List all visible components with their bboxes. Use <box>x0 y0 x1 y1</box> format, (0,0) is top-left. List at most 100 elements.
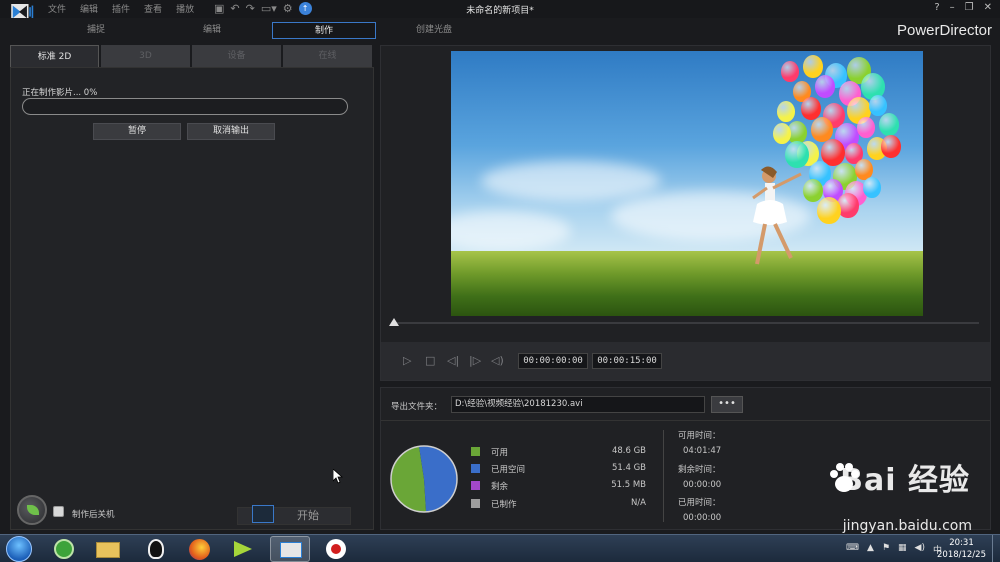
keyboard-icon[interactable]: ⌨ <box>846 543 859 556</box>
windows-taskbar: ⌨ ▲ ⚑ ▦ ◀) 中 20:31 2018/12/25 <box>0 534 1000 562</box>
start-button[interactable]: 开始 <box>237 505 351 525</box>
taskbar-powerdirector-icon[interactable] <box>270 536 310 562</box>
restore-icon[interactable]: ❐ <box>965 2 974 13</box>
title-bar: 文件 编辑 插件 查看 播放 ▣ ↶ ↷ ▭▾ ⚙ ↑ 未命名的新项目* ? –… <box>0 0 1000 18</box>
cancel-output-button[interactable]: 取消输出 <box>187 123 275 140</box>
produce-panel: 标准 2D 3D 设备 在线 正在制作影片... 0% 暂停 取消输出 制作后关… <box>10 45 374 530</box>
legend-swatch <box>471 481 480 490</box>
mouse-cursor-icon <box>333 469 343 484</box>
available-time-value: 04:01:47 <box>683 446 722 456</box>
legend-row-available: 可用 48.6 GB <box>471 446 646 458</box>
timeline-scrubber[interactable] <box>391 322 979 324</box>
minimize-icon[interactable]: – <box>950 2 955 13</box>
tab-standard-2d[interactable]: 标准 2D <box>10 45 99 67</box>
disk-usage-pie-chart <box>390 445 458 513</box>
play-icon[interactable]: ▷ <box>403 354 411 367</box>
export-folder-label: 导出文件夹： <box>391 402 443 412</box>
legend-label: 剩余 <box>491 482 509 492</box>
elapsed-time-value: 00:00:00 <box>683 513 722 523</box>
mode-tab-capture[interactable]: 捕捉 <box>44 22 148 39</box>
legend-value: N/A <box>630 498 646 508</box>
taskbar-firefox-icon[interactable] <box>180 536 220 562</box>
volume-icon[interactable]: ◁) <box>491 354 504 367</box>
network-icon[interactable]: ▦ <box>898 543 907 556</box>
legend-label: 已用空间 <box>491 465 526 475</box>
windows-start-icon[interactable] <box>6 536 32 562</box>
security-icon[interactable]: ⚑ <box>882 543 890 556</box>
remaining-time-label: 剩余时间： <box>678 465 721 475</box>
legend-value: 51.4 GB <box>611 463 646 473</box>
help-icon[interactable]: ? <box>934 2 939 13</box>
taskbar-recorder-icon[interactable] <box>316 536 356 562</box>
video-cloud <box>481 161 661 201</box>
progress-label: 正在制作影片... 0% <box>22 88 98 98</box>
window-title: 未命名的新项目* <box>466 6 534 16</box>
tray-expand-icon[interactable]: ▲ <box>867 543 874 556</box>
stop-icon[interactable]: □ <box>425 354 435 367</box>
taskbar-clock[interactable]: 20:31 2018/12/25 <box>937 537 986 561</box>
balloon <box>785 141 809 168</box>
start-button-label: 开始 <box>297 509 319 522</box>
produce-body: 正在制作影片... 0% 暂停 取消输出 制作后关机 开始 <box>10 67 374 530</box>
close-icon[interactable]: ✕ <box>984 2 992 13</box>
preview-panel: ▷ □ ◁| |▷ ◁) 00:00:00:00 00:00:15:00 <box>380 45 991 381</box>
balloon <box>857 117 875 138</box>
elapsed-time-label: 已用时间： <box>678 498 721 508</box>
legend-value: 51.5 MB <box>611 480 646 490</box>
available-time-label: 可用时间： <box>678 431 721 441</box>
current-timecode[interactable]: 00:00:00:00 <box>518 353 588 369</box>
film-icon <box>252 505 274 523</box>
pause-button[interactable]: 暂停 <box>93 123 181 140</box>
show-desktop-button[interactable] <box>992 535 1000 562</box>
balloon <box>815 75 835 98</box>
brand-name: PowerDirector <box>896 22 992 39</box>
divider <box>381 420 990 421</box>
video-girl-figure <box>752 166 802 265</box>
legend-label: 可用 <box>491 448 509 458</box>
taskbar-app-360-icon[interactable] <box>44 536 84 562</box>
taskbar-media-app-icon[interactable] <box>224 536 264 562</box>
balloon <box>811 117 833 142</box>
mode-tab-edit[interactable]: 编辑 <box>160 22 264 39</box>
tab-3d[interactable]: 3D <box>101 45 190 67</box>
tab-online[interactable]: 在线 <box>283 45 372 67</box>
playback-controls: ▷ □ ◁| |▷ ◁) 00:00:00:00 00:00:15:00 <box>381 342 990 380</box>
speaker-icon[interactable]: ◀) <box>915 543 925 556</box>
balloon <box>781 61 799 82</box>
balloon <box>773 123 791 144</box>
window-controls: ? – ❐ ✕ <box>934 2 992 13</box>
baidu-watermark-logo: Bai 经验 <box>840 463 970 498</box>
video-grass <box>451 251 923 316</box>
clock-date: 2018/12/25 <box>937 550 986 560</box>
baidu-watermark-url: jingyan.baidu.com <box>842 518 972 534</box>
progress-bar <box>22 98 348 115</box>
export-folder-path[interactable]: D:\经验\视频经验\20181230.avi <box>451 396 705 413</box>
produce-format-tabs: 标准 2D 3D 设备 在线 <box>10 45 374 67</box>
total-duration-timecode: 00:00:15:00 <box>592 353 662 369</box>
balloon <box>803 179 823 202</box>
balloon <box>817 197 841 224</box>
previous-frame-icon[interactable]: ◁| <box>447 354 459 367</box>
legend-row-used: 已用空间 51.4 GB <box>471 463 646 475</box>
legend-swatch <box>471 499 480 508</box>
balloon <box>881 135 901 158</box>
playhead-marker[interactable] <box>389 318 399 326</box>
taskbar-qq-icon[interactable] <box>136 536 176 562</box>
balloon <box>863 177 881 198</box>
legend-row-produced: 已制作 N/A <box>471 498 646 510</box>
browse-folder-button[interactable]: ••• <box>711 396 743 413</box>
system-tray: ⌨ ▲ ⚑ ▦ ◀) 中 <box>846 543 942 556</box>
tab-device[interactable]: 设备 <box>192 45 281 67</box>
divider <box>663 430 664 522</box>
mode-tab-produce[interactable]: 制作 <box>272 22 376 39</box>
mode-tab-create-disc[interactable]: 创建光盘 <box>382 22 486 39</box>
next-frame-icon[interactable]: |▷ <box>469 354 481 367</box>
shutdown-after-produce-checkbox[interactable] <box>53 506 64 517</box>
taskbar-explorer-icon[interactable] <box>88 536 128 562</box>
balloon <box>879 113 899 136</box>
legend-value: 48.6 GB <box>611 446 646 456</box>
produce-globe-icon <box>17 495 47 525</box>
remaining-time-value: 00:00:00 <box>683 480 722 490</box>
mode-bar: 捕捉 编辑 制作 创建光盘 PowerDirector <box>0 18 1000 42</box>
legend-swatch <box>471 447 480 456</box>
